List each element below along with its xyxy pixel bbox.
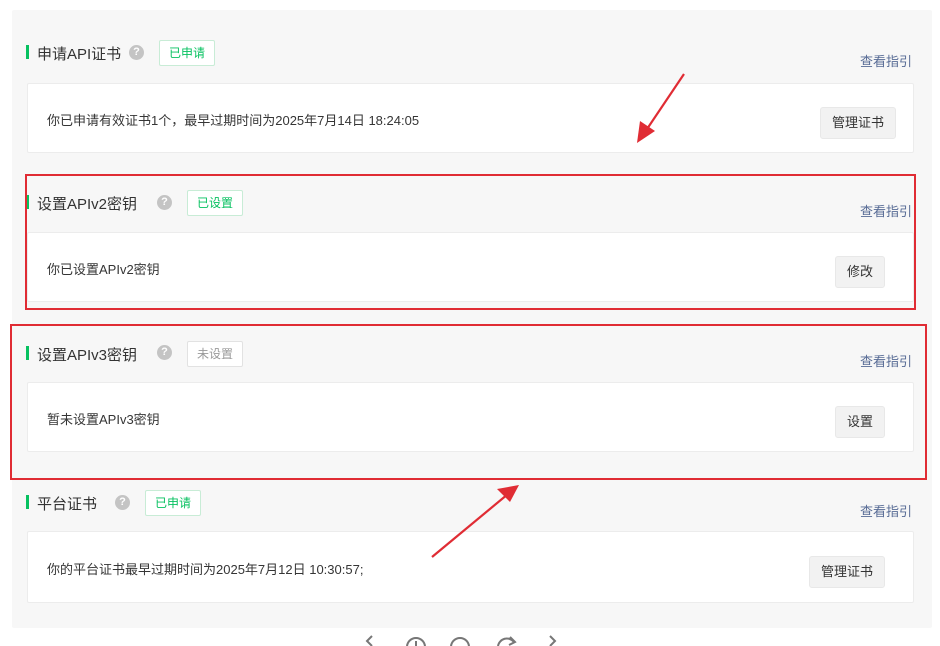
section-description: 你的平台证书最早过期时间为2025年7月12日 10:30:57; xyxy=(47,562,364,577)
annotation-highlight-box xyxy=(25,174,916,310)
image-viewer-toolbar xyxy=(365,635,557,646)
chevron-right-icon[interactable] xyxy=(549,635,557,646)
chevron-left-icon[interactable] xyxy=(365,635,373,646)
section-card: 你已申请有效证书1个，最早过期时间为2025年7月14日 18:24:05 管理… xyxy=(27,83,914,153)
section-card: 你的平台证书最早过期时间为2025年7月12日 10:30:57; 管理证书 xyxy=(27,531,914,603)
section-title: 平台证书 xyxy=(37,496,98,513)
section-accent-bar xyxy=(26,45,29,59)
zoom-out-icon[interactable] xyxy=(450,637,470,646)
annotation-highlight-box xyxy=(10,324,927,480)
help-icon[interactable]: ? xyxy=(115,495,130,510)
manage-certificate-button[interactable]: 管理证书 xyxy=(809,556,886,588)
help-icon[interactable]: ? xyxy=(129,45,144,60)
status-badge: 已申请 xyxy=(159,40,216,66)
section-accent-bar xyxy=(26,495,29,509)
view-guide-link[interactable]: 查看指引 xyxy=(860,501,912,520)
zoom-in-icon[interactable] xyxy=(406,637,426,646)
manage-certificate-button[interactable]: 管理证书 xyxy=(820,107,897,139)
rotate-icon[interactable] xyxy=(497,636,517,646)
section-description: 你已申请有效证书1个，最早过期时间为2025年7月14日 18:24:05 xyxy=(47,113,420,128)
status-badge: 已申请 xyxy=(145,490,202,516)
view-guide-link[interactable]: 查看指引 xyxy=(860,51,912,70)
section-title: 申请API证书 xyxy=(37,46,122,63)
